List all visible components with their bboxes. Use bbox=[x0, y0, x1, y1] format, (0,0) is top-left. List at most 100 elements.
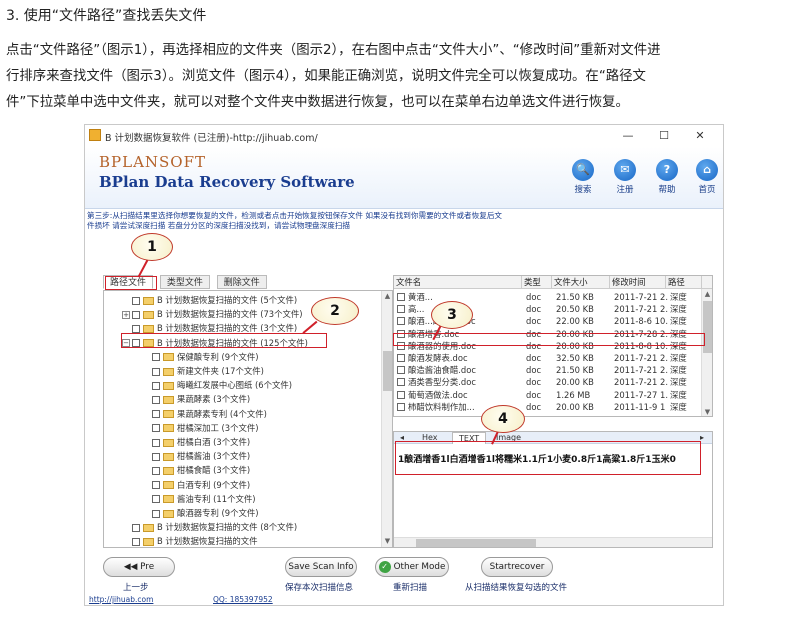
tree-node-label: 柑橘深加工 (3个文件) bbox=[177, 422, 259, 433]
instruction-line-1: 第三步:从扫描结果里选择你想要恢复的文件，检测或者点击开始恢复按钮保存文件 如果… bbox=[87, 211, 503, 220]
website-link[interactable]: http://jihuab.com bbox=[89, 595, 153, 604]
tree-checkbox[interactable] bbox=[152, 381, 160, 390]
file-checkbox[interactable] bbox=[397, 402, 405, 411]
tree-checkbox[interactable] bbox=[132, 324, 140, 333]
preview-scroll-thumb[interactable] bbox=[416, 539, 536, 547]
file-checkbox[interactable] bbox=[397, 293, 405, 301]
tree-checkbox[interactable] bbox=[152, 395, 160, 404]
file-row[interactable]: 葡萄酒做法.doc doc 1.26 MB 2011-7-27 1... 深度 bbox=[394, 389, 702, 401]
start-recover-button[interactable]: Startrecover bbox=[481, 557, 553, 577]
tree-scrollbar[interactable]: ▲ ▼ bbox=[381, 291, 392, 547]
file-path: 深度 bbox=[670, 365, 687, 376]
rewind-icon: ◀◀ bbox=[123, 562, 141, 572]
tree-checkbox[interactable] bbox=[132, 296, 140, 305]
tree-node-label: 新建文件夹 (17个文件) bbox=[177, 366, 264, 376]
help-icon: ? bbox=[656, 159, 678, 181]
tree-node-label: 果蔬酵素专利 (4个文件) bbox=[177, 408, 267, 419]
file-size: 21.50 KB bbox=[556, 365, 594, 376]
brand-logo-top: BPLANSOFT bbox=[99, 153, 207, 171]
file-checkbox[interactable] bbox=[397, 378, 405, 387]
col-type[interactable]: 类型 bbox=[522, 276, 552, 289]
other-mode-button[interactable]: ✓ Other Mode bbox=[375, 557, 449, 577]
tree-checkbox[interactable] bbox=[132, 310, 140, 319]
register-button[interactable]: ✉ 注册 bbox=[607, 159, 643, 195]
list-scroll-down-icon[interactable]: ▼ bbox=[702, 407, 712, 416]
file-checkbox[interactable] bbox=[397, 366, 405, 375]
file-row[interactable]: 酿造酱油食醋.doc doc 21.50 KB 2011-7-21 2... 深度 bbox=[394, 364, 702, 376]
tree-checkbox[interactable] bbox=[152, 481, 160, 490]
qq-link[interactable]: QQ: 185397952 bbox=[213, 595, 273, 604]
file-path: 深度 bbox=[670, 316, 687, 327]
file-checkbox[interactable] bbox=[397, 354, 405, 362]
file-size: 20.00 KB bbox=[556, 401, 594, 412]
tree-node[interactable]: 酿酒器专利 (9个文件) bbox=[152, 506, 259, 520]
prev-button[interactable]: ◀◀ Pre bbox=[103, 557, 175, 577]
file-size: 32.50 KB bbox=[556, 353, 594, 363]
tree-node[interactable]: 果蔬酵素专利 (4个文件) bbox=[152, 407, 267, 421]
folder-tree: ▲ ▼ B 计划数据恢复扫描的文件 (5个文件) + B 计划数据恢复扫描的文件 (… bbox=[103, 290, 393, 548]
file-modified: 2011-7-27 1... bbox=[614, 389, 668, 400]
col-filename[interactable]: 文件名 bbox=[394, 276, 522, 289]
tree-node[interactable]: 新建文件夹 (17个文件) bbox=[152, 364, 264, 378]
tree-node[interactable]: + B 计划数据恢复扫描的文件 (73个文件) bbox=[122, 307, 303, 321]
highlight-box-path-tab bbox=[105, 276, 157, 290]
tree-checkbox[interactable] bbox=[152, 353, 160, 362]
tree-node[interactable]: 保健酿专利 (9个文件) bbox=[152, 350, 259, 364]
tree-checkbox[interactable] bbox=[132, 537, 140, 546]
minimize-button[interactable]: — bbox=[615, 126, 641, 146]
tree-node[interactable]: 果蔬酵素 (3个文件) bbox=[152, 392, 250, 406]
file-list-scrollbar[interactable]: ▲ ▼ bbox=[701, 289, 712, 416]
instruction-line-2: 件损坏 请尝试深度扫描 若盘分分区的深度扫描没找到，请尝试物理盘深度扫描 bbox=[87, 220, 351, 230]
callout-1: 1 bbox=[131, 233, 173, 261]
tree-node[interactable]: B 计划数据恢复扫描的文件 bbox=[122, 534, 258, 547]
window-title: B 计划数据恢复软件 (已注册)-http://jihuab.com/ bbox=[105, 133, 318, 144]
close-button[interactable]: ✕ bbox=[687, 126, 713, 146]
file-row[interactable]: 酒类香型分类.doc doc 20.00 KB 2011-7-21 2... 深度 bbox=[394, 376, 702, 388]
preview-scrollbar[interactable] bbox=[394, 537, 712, 547]
file-row[interactable]: 柿醋饮料制作加... doc 20.00 KB 2011-11-9 1 深度 bbox=[394, 401, 702, 413]
home-button[interactable]: ⌂ 首页 bbox=[689, 159, 723, 195]
file-row[interactable]: 酿酒发酵表.doc doc 32.50 KB 2011-7-21 2... 深度 bbox=[394, 352, 702, 364]
maximize-button[interactable]: ☐ bbox=[651, 126, 677, 146]
col-size[interactable]: 文件大小 bbox=[552, 276, 610, 289]
file-checkbox[interactable] bbox=[397, 305, 405, 314]
tree-checkbox[interactable] bbox=[132, 523, 140, 532]
scroll-down-icon[interactable]: ▼ bbox=[382, 536, 392, 547]
tree-node[interactable]: B 计划数据恢复扫描的文件 (5个文件) bbox=[122, 293, 297, 307]
tree-node[interactable]: 白酒专利 (9个文件) bbox=[152, 478, 250, 492]
file-modified: 2011-11-9 1 bbox=[614, 401, 666, 412]
list-scroll-up-icon[interactable]: ▲ bbox=[702, 289, 712, 300]
tree-node[interactable]: 柑橘酱油 (3个文件) bbox=[152, 449, 250, 463]
tab-type-files[interactable]: 类型文件 bbox=[159, 275, 210, 289]
save-scan-info-button[interactable]: Save Scan Info bbox=[285, 557, 357, 577]
file-type: doc bbox=[526, 389, 542, 400]
tree-checkbox[interactable] bbox=[152, 509, 160, 518]
col-modified[interactable]: 修改时间 bbox=[610, 276, 666, 289]
tree-checkbox[interactable] bbox=[152, 452, 160, 461]
search-button[interactable]: 🔍 搜索 bbox=[565, 159, 601, 195]
tree-checkbox[interactable] bbox=[152, 438, 160, 447]
scroll-up-icon[interactable]: ▲ bbox=[382, 291, 392, 302]
tree-node[interactable]: 柑橘深加工 (3个文件) bbox=[152, 421, 259, 435]
tree-checkbox[interactable] bbox=[152, 466, 160, 475]
file-checkbox[interactable] bbox=[397, 317, 405, 326]
col-path[interactable]: 路径 bbox=[666, 276, 702, 289]
tree-checkbox[interactable] bbox=[152, 410, 160, 419]
help-button[interactable]: ? 帮助 bbox=[649, 159, 685, 195]
tree-checkbox[interactable] bbox=[152, 495, 160, 504]
tab-deleted-files[interactable]: 删除文件 bbox=[216, 275, 267, 289]
file-checkbox[interactable] bbox=[397, 390, 405, 399]
tree-node[interactable]: 酱油专利 (11个文件) bbox=[152, 492, 255, 506]
paragraph-line-1: 点击“文件路径”（图示1），再选择相应的文件夹（图示2），在右图中点击“文件大小… bbox=[6, 43, 661, 58]
file-size: 1.26 MB bbox=[556, 389, 591, 400]
file-row[interactable]: 黄酒... doc 21.50 KB 2011-7-21 2... 深度 bbox=[394, 291, 702, 303]
tree-scroll-thumb[interactable] bbox=[383, 351, 392, 391]
expand-icon[interactable]: + bbox=[122, 310, 130, 319]
tree-node[interactable]: B 计划数据恢复扫描的文件 (8个文件) bbox=[122, 520, 297, 534]
tree-checkbox[interactable] bbox=[152, 424, 160, 433]
tree-node[interactable]: 柑橘食醋 (3个文件) bbox=[152, 463, 250, 477]
tree-node[interactable]: 柑橘白酒 (3个文件) bbox=[152, 435, 250, 449]
tree-node-label: 柑橘食醋 (3个文件) bbox=[177, 465, 251, 476]
tree-node[interactable]: 晦曦红发展中心图纸 (6个文件) bbox=[152, 378, 292, 392]
tree-checkbox[interactable] bbox=[152, 367, 160, 376]
